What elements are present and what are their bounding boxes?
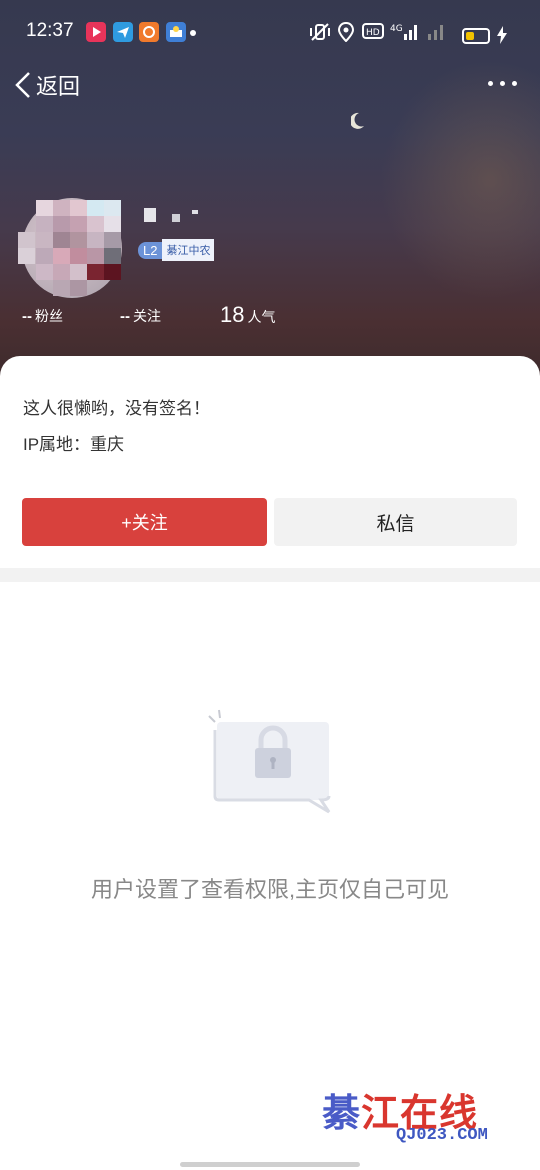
level-badge: L2 綦江中农 — [138, 239, 215, 261]
following-label: 关注 — [133, 308, 161, 324]
chevron-left-icon — [15, 72, 30, 98]
following-stat[interactable]: -- 关注 — [120, 306, 161, 326]
store-app-icon — [139, 22, 159, 42]
signature-text: 这人很懒哟，没有签名！ — [23, 399, 210, 418]
back-button[interactable]: 返回 — [14, 68, 80, 102]
followers-stat[interactable]: -- 粉丝 — [22, 306, 63, 326]
empty-state-text: 用户设置了查看权限,主页仅自己可见 — [90, 877, 450, 902]
svg-text:HD: HD — [366, 28, 380, 38]
avatar-pixelated — [18, 200, 128, 296]
home-indicator[interactable] — [180, 1162, 360, 1167]
profile-header-background: 12:37 HD 4G 返回 L2 綦江中农 -- 粉丝 -- 关注 18 人气 — [0, 0, 540, 380]
charging-icon — [496, 26, 508, 49]
moon-icon — [351, 112, 364, 129]
ip-location: IP属地：重庆 — [23, 435, 125, 454]
follow-button[interactable]: +关注 — [22, 498, 267, 546]
level-label: L2 — [138, 241, 163, 259]
system-icons: HD 4G — [308, 20, 518, 44]
notification-dot — [190, 30, 196, 36]
telegram-icon — [113, 22, 133, 42]
following-count: -- — [120, 308, 130, 325]
username-redacted — [144, 208, 204, 222]
watermark-url: QJ023.COM — [396, 1126, 488, 1145]
lock-icon — [208, 709, 331, 814]
site-watermark: 綦江在线 QJ023.COM — [322, 1082, 522, 1152]
signal-icon: 4G — [390, 22, 418, 47]
message-button[interactable]: 私信 — [274, 498, 517, 546]
popularity-stat: 18 人气 — [220, 302, 275, 328]
battery-icon — [462, 28, 490, 44]
back-label: 返回 — [36, 74, 81, 99]
status-bar: 12:37 HD 4G — [0, 14, 540, 50]
section-divider — [0, 568, 540, 582]
followers-label: 粉丝 — [35, 308, 63, 324]
followers-count: -- — [22, 308, 32, 325]
popularity-count: 18 — [220, 302, 245, 327]
video-app-icon — [86, 22, 106, 42]
vibrate-icon — [308, 22, 332, 47]
hd-icon: HD — [362, 22, 384, 45]
more-icon[interactable] — [488, 76, 518, 90]
community-tag: 綦江中农 — [162, 239, 215, 261]
location-icon — [337, 21, 355, 47]
popularity-label: 人气 — [247, 309, 276, 325]
header-glow — [380, 60, 540, 300]
signal-icon-secondary — [426, 22, 448, 47]
weather-app-icon — [166, 22, 186, 42]
network-type: 4G — [390, 24, 403, 34]
status-time: 12:37 — [26, 20, 74, 41]
